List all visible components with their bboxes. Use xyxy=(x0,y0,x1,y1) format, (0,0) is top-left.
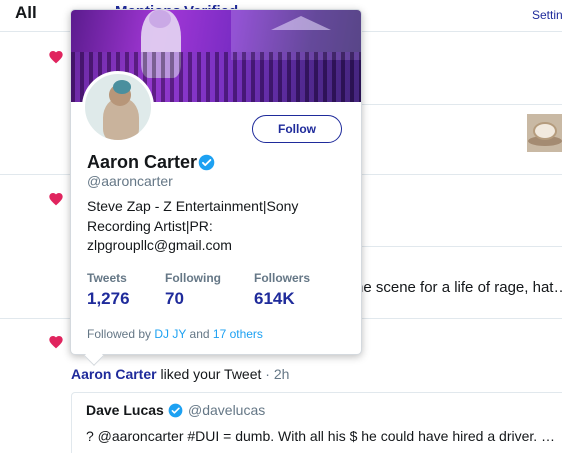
verified-badge-icon xyxy=(168,403,183,418)
stat-label: Following xyxy=(165,271,221,285)
like-notification: Aaron Carter liked your Tweet · 2h xyxy=(71,366,289,382)
quoted-author-name[interactable]: Dave Lucas xyxy=(86,402,164,418)
notification-time[interactable]: 2h xyxy=(274,366,290,382)
stat-value: 614K xyxy=(254,289,295,308)
stat-label: Followers xyxy=(254,271,311,285)
quoted-tweet-text: ne scene for a life of rage, hat… xyxy=(355,279,562,296)
followed-by: Followed by DJ JY and 17 others xyxy=(87,327,263,341)
quoted-tweet-text: ? @aaroncarter #DUI = dumb. With all his… xyxy=(86,428,556,444)
notification-action: liked your Tweet xyxy=(160,366,262,382)
row-divider xyxy=(360,104,562,105)
avatar[interactable] xyxy=(82,71,154,143)
heart-icon xyxy=(48,49,64,65)
profile-handle[interactable]: @aaroncarter xyxy=(87,173,173,189)
tab-all[interactable]: All xyxy=(15,3,37,23)
row-divider xyxy=(360,246,562,247)
heart-icon xyxy=(48,334,64,350)
profile-name[interactable]: Aaron Carter xyxy=(87,152,197,173)
quoted-tweet[interactable]: Dave Lucas @davelucas ? @aaroncarter #DU… xyxy=(71,392,562,453)
stat-followers[interactable]: Followers 614K xyxy=(254,271,310,309)
media-thumbnail[interactable] xyxy=(527,114,562,152)
followed-by-prefix: Followed by xyxy=(87,327,152,341)
separator-dot: · xyxy=(265,366,270,382)
heart-icon xyxy=(48,191,64,207)
profile-bio: Steve Zap - Z Entertainment|Sony Recordi… xyxy=(87,198,299,253)
followed-by-user-link[interactable]: DJ JY xyxy=(154,327,186,341)
stat-value: 70 xyxy=(165,289,184,308)
profile-hover-card: Follow Aaron Carter @aaroncarter Steve Z… xyxy=(70,9,362,355)
stat-following[interactable]: Following 70 xyxy=(165,271,221,309)
liker-name-link[interactable]: Aaron Carter xyxy=(71,366,157,382)
stat-tweets[interactable]: Tweets 1,276 xyxy=(87,271,130,309)
stat-value: 1,276 xyxy=(87,289,130,308)
quoted-author-handle[interactable]: @davelucas xyxy=(188,402,265,418)
followed-by-others-link[interactable]: 17 others xyxy=(213,327,263,341)
stat-label: Tweets xyxy=(87,271,127,285)
settings-link[interactable]: Settings xyxy=(532,8,562,22)
verified-badge-icon xyxy=(198,154,215,171)
followed-by-conjunction: and xyxy=(189,327,210,341)
follow-button[interactable]: Follow xyxy=(252,115,342,143)
